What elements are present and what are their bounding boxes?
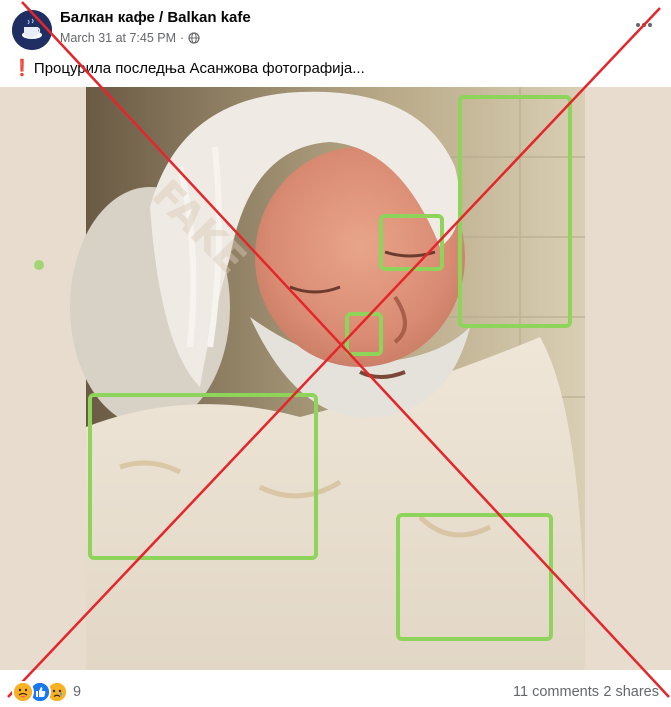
caption-text: Процурила последња Асанжова фотографија.… [33,59,365,77]
page-avatar[interactable] [12,10,52,50]
care-icon [12,681,34,703]
ellipsis-icon [636,23,652,27]
photo-content [70,87,585,670]
globe-icon [188,32,200,44]
exclamation-icon: ❗ [12,60,32,77]
post-header: Балкан кафе / Balkan kafe March 31 at 7:… [0,0,671,52]
page-name-link[interactable]: Балкан кафе / Balkan kafe [60,9,251,26]
comments-link[interactable]: 11 comments [513,684,599,700]
meta-separator: · [180,31,185,45]
coffee-cup-icon [12,10,52,50]
shares-link[interactable]: 2 shares [603,684,659,700]
post-footer: 9 11 comments 2 shares [0,672,671,707]
more-options-button[interactable] [631,12,657,38]
stray-marker [34,260,44,270]
post-meta: March 31 at 7:45 PM · [60,31,200,45]
post-caption: ❗ Процурила последња Асанжова фотографиј… [12,58,365,78]
reaction-summary[interactable]: 9 [12,681,81,703]
reaction-count: 9 [73,684,82,700]
post-timestamp[interactable]: March 31 at 7:45 PM [60,31,176,45]
post-photo[interactable]: FAKE [0,87,671,670]
